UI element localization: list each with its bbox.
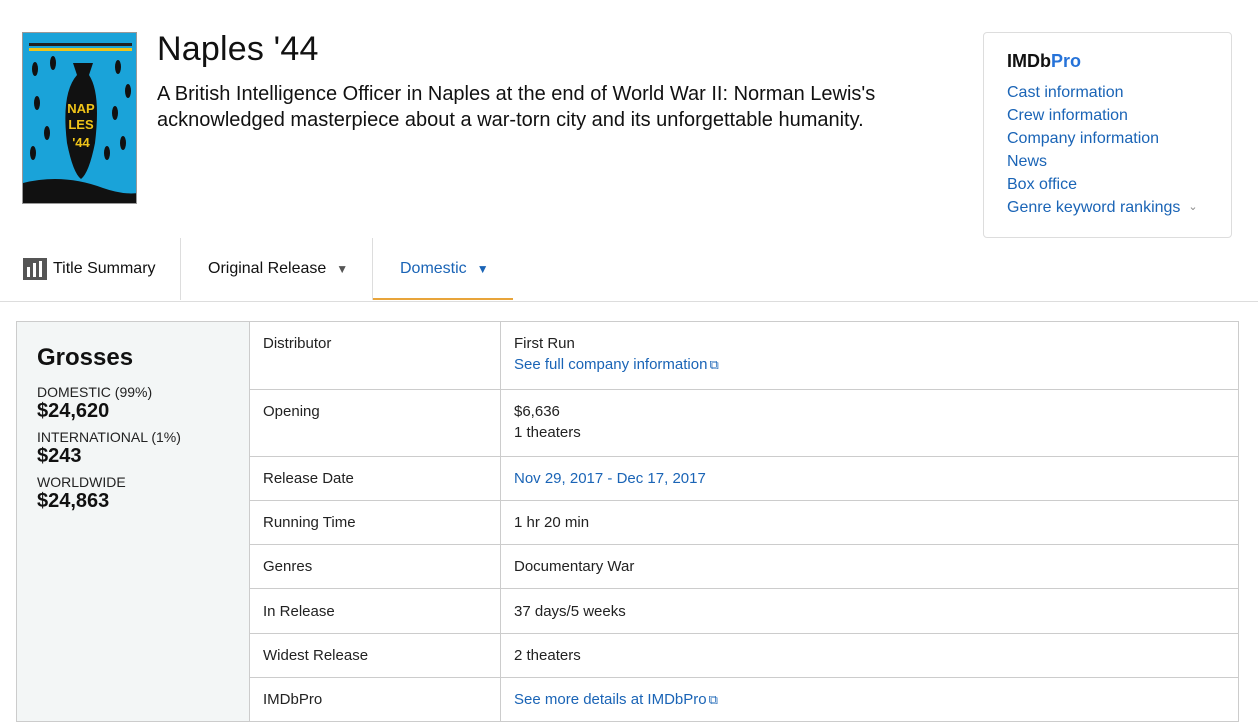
chevron-down-icon: ▼ [476, 262, 489, 276]
page-title: Naples '44 [157, 30, 319, 68]
bar-chart-icon [23, 258, 47, 280]
svg-text:'44: '44 [72, 135, 90, 150]
svg-text:NAP: NAP [67, 101, 95, 116]
opening-label: Opening [249, 389, 501, 457]
widest-release-label: Widest Release [249, 633, 501, 678]
domestic-gross: $24,620 [37, 400, 110, 422]
opening-value: $6,636 [514, 403, 560, 420]
table-row: IMDbPro See more details at IMDbPro ⧉ [249, 677, 1239, 722]
tab-divider [180, 238, 181, 300]
chevron-down-icon: ▼ [336, 262, 349, 276]
in-release-value: 37 days/5 weeks [500, 588, 1239, 634]
tab-bar: Title Summary Original Release ▼ Domesti… [0, 238, 1258, 302]
imdbpro-logo[interactable]: IMDbPro [1007, 51, 1231, 73]
news-link[interactable]: News [1007, 150, 1231, 173]
table-row: Release Date Nov 29, 2017 - Dec 17, 2017 [249, 456, 1239, 501]
grosses-panel: Grosses DOMESTIC (99%) $24,620 INTERNATI… [16, 321, 249, 722]
international-label: INTERNATIONAL (1%) [37, 429, 181, 445]
tab-original-release-label: Original Release [208, 260, 327, 277]
imdbpro-cell: See more details at IMDbPro ⧉ [500, 677, 1239, 722]
imdbpro-panel: IMDbPro Cast information Crew informatio… [983, 32, 1232, 238]
table-row: Widest Release 2 theaters [249, 633, 1239, 678]
worldwide-gross: $24,863 [37, 490, 110, 512]
opening-theaters: 1 theaters [514, 424, 581, 441]
release-end-link[interactable]: Dec 17, 2017 [617, 470, 706, 487]
release-start-link[interactable]: Nov 29, 2017 [514, 470, 603, 487]
genre-keyword-rankings-dropdown[interactable]: Genre keyword rankings ⌄ [1007, 196, 1231, 221]
box-office-link[interactable]: Box office [1007, 173, 1231, 196]
opening-cell: $6,636 1 theaters [500, 389, 1239, 457]
imdbpro-details-label: See more details at IMDbPro [514, 691, 707, 708]
distributor-label: Distributor [249, 321, 501, 390]
release-details-table: Distributor First Run See full company i… [249, 321, 1239, 722]
tab-title-summary-label: Title Summary [53, 260, 156, 277]
chevron-down-icon: ⌄ [1188, 201, 1198, 213]
worldwide-label: WORLDWIDE [37, 474, 126, 490]
imdbpro-details-link[interactable]: See more details at IMDbPro ⧉ [514, 691, 718, 708]
international-gross: $243 [37, 445, 82, 467]
genre-keyword-rankings-label: Genre keyword rankings [1007, 199, 1181, 216]
full-company-information-link[interactable]: See full company information ⧉ [514, 356, 719, 373]
release-date-separator: - [603, 470, 617, 487]
table-row: In Release 37 days/5 weeks [249, 588, 1239, 634]
table-row: Distributor First Run See full company i… [249, 321, 1239, 390]
company-information-link[interactable]: Company information [1007, 127, 1231, 150]
tab-original-release[interactable]: Original Release ▼ [208, 238, 348, 300]
cast-information-link[interactable]: Cast information [1007, 81, 1231, 104]
crew-information-link[interactable]: Crew information [1007, 104, 1231, 127]
poster-artwork: NAP LES '44 [23, 33, 136, 203]
imdbpro-logo-main: IMDb [1007, 51, 1051, 71]
tab-title-summary[interactable]: Title Summary [23, 238, 156, 300]
tab-domestic-label: Domestic [400, 260, 467, 277]
table-row: Running Time 1 hr 20 min [249, 500, 1239, 545]
imdbpro-label: IMDbPro [249, 677, 501, 722]
distributor-cell: First Run See full company information ⧉ [500, 321, 1239, 390]
domestic-label: DOMESTIC (99%) [37, 384, 153, 400]
tab-domestic[interactable]: Domestic ▼ [400, 238, 489, 300]
tab-divider [372, 238, 373, 300]
running-time-value: 1 hr 20 min [500, 500, 1239, 545]
full-company-information-label: See full company information [514, 356, 708, 373]
release-date-cell: Nov 29, 2017 - Dec 17, 2017 [500, 456, 1239, 501]
imdbpro-logo-pro: Pro [1051, 51, 1082, 71]
title-block: Naples '44 A British Intelligence Office… [157, 30, 957, 133]
active-tab-indicator [373, 298, 513, 300]
grosses-heading: Grosses [37, 344, 134, 371]
movie-poster[interactable]: NAP LES '44 [22, 32, 137, 204]
external-link-icon: ⧉ [709, 357, 719, 372]
genres-value: Documentary War [500, 544, 1239, 589]
table-row: Opening $6,636 1 theaters [249, 389, 1239, 457]
table-row: Genres Documentary War [249, 544, 1239, 589]
in-release-label: In Release [249, 588, 501, 634]
external-link-icon: ⧉ [708, 692, 718, 707]
release-date-label: Release Date [249, 456, 501, 501]
genres-label: Genres [249, 544, 501, 589]
widest-release-value: 2 theaters [500, 633, 1239, 678]
distributor-value: First Run [514, 335, 575, 352]
running-time-label: Running Time [249, 500, 501, 545]
svg-text:LES: LES [68, 117, 94, 132]
title-summary: A British Intelligence Officer in Naples… [157, 83, 876, 131]
